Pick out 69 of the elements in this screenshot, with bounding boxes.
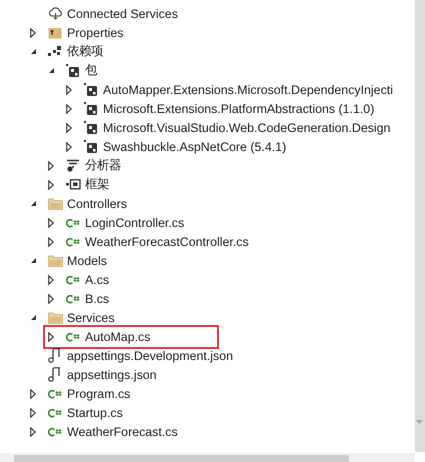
collapse-arrow-icon[interactable] <box>30 314 37 321</box>
tree-item[interactable]: Swashbuckle.AspNetCore (5.4.1) <box>103 140 286 154</box>
tree-item[interactable]: Controllers <box>67 196 127 210</box>
csharp-file-icon <box>48 426 63 436</box>
tree-item[interactable]: 依赖项 <box>67 43 103 60</box>
tree-item[interactable]: WeatherForecast.cs <box>67 424 178 438</box>
expand-arrow-icon[interactable] <box>48 294 54 304</box>
csharp-file-icon <box>48 408 63 418</box>
expand-arrow-icon[interactable] <box>48 236 54 246</box>
expand-arrow-icon[interactable] <box>30 426 36 436</box>
expand-arrow-icon[interactable] <box>48 218 54 228</box>
json-file-icon <box>48 367 61 382</box>
tree-item[interactable]: AutoMap.cs <box>85 330 150 344</box>
vertical-scrollbar[interactable] <box>415 0 425 452</box>
json-file-icon <box>48 348 61 363</box>
tree-item[interactable]: Connected Services <box>67 6 178 20</box>
expand-arrow-icon[interactable] <box>48 180 54 190</box>
tree-item[interactable]: Microsoft.VisualStudio.Web.CodeGeneration.Design <box>103 120 390 134</box>
tree-item[interactable]: AutoMapper.Extensions.Microsoft.DependencyInjecti <box>103 82 393 96</box>
folder-icon <box>48 254 63 266</box>
package-icon <box>84 140 98 154</box>
package-icon <box>66 64 80 78</box>
collapse-arrow-icon[interactable] <box>48 67 55 74</box>
expand-arrow-icon[interactable] <box>30 28 36 38</box>
analyzer-icon <box>66 159 80 172</box>
cloud-icon <box>48 7 63 20</box>
package-icon <box>84 82 98 96</box>
expand-arrow-icon[interactable] <box>66 142 72 152</box>
expand-arrow-icon[interactable] <box>66 122 72 132</box>
scrollbar-thumb[interactable] <box>14 455 349 462</box>
csharp-file-icon <box>66 218 81 228</box>
folder-icon <box>48 312 63 324</box>
expand-arrow-icon[interactable] <box>30 388 36 398</box>
tree-item[interactable]: Services <box>67 310 115 324</box>
collapse-arrow-icon[interactable] <box>30 200 37 207</box>
tree-item[interactable]: 分析器 <box>85 157 121 174</box>
expand-arrow-icon[interactable] <box>48 160 54 170</box>
tree-item[interactable]: Program.cs <box>67 386 130 400</box>
csharp-file-icon <box>66 236 81 246</box>
collapse-arrow-icon[interactable] <box>30 257 37 264</box>
tree-item[interactable]: Models <box>67 254 107 268</box>
wrench-folder-icon <box>48 26 62 38</box>
package-icon <box>84 120 98 134</box>
tree-item[interactable]: 框架 <box>85 176 109 193</box>
tree-item[interactable]: A.cs <box>85 272 110 286</box>
csharp-file-icon <box>66 294 81 304</box>
tree-item[interactable]: appsettings.json <box>67 368 157 382</box>
expand-arrow-icon[interactable] <box>30 408 36 418</box>
tree-item[interactable]: Startup.cs <box>67 406 123 420</box>
csharp-file-icon <box>48 388 63 398</box>
expand-arrow-icon[interactable] <box>48 274 54 284</box>
framework-icon <box>66 179 81 190</box>
tree-item[interactable]: appsettings.Development.json <box>67 348 233 362</box>
tree-item[interactable]: B.cs <box>85 292 110 306</box>
collapse-arrow-icon[interactable] <box>30 48 37 55</box>
tree-item[interactable]: WeatherForecastController.cs <box>85 234 249 248</box>
expand-arrow-icon[interactable] <box>66 104 72 114</box>
expand-arrow-icon[interactable] <box>66 84 72 94</box>
folder-icon <box>48 198 63 210</box>
tree-item[interactable]: Microsoft.Extensions.PlatformAbstractions (1.1.0) <box>103 102 374 116</box>
tree-item[interactable]: Properties <box>67 26 124 40</box>
expand-arrow-icon[interactable] <box>48 332 54 342</box>
tree-item[interactable]: 包 <box>85 62 97 79</box>
dependencies-icon <box>48 46 61 57</box>
csharp-file-icon <box>66 274 81 284</box>
tree-item[interactable]: LoginController.cs <box>85 216 184 230</box>
csharp-file-icon <box>66 332 81 342</box>
horizontal-scrollbar[interactable] <box>0 453 415 462</box>
package-icon <box>84 102 98 116</box>
